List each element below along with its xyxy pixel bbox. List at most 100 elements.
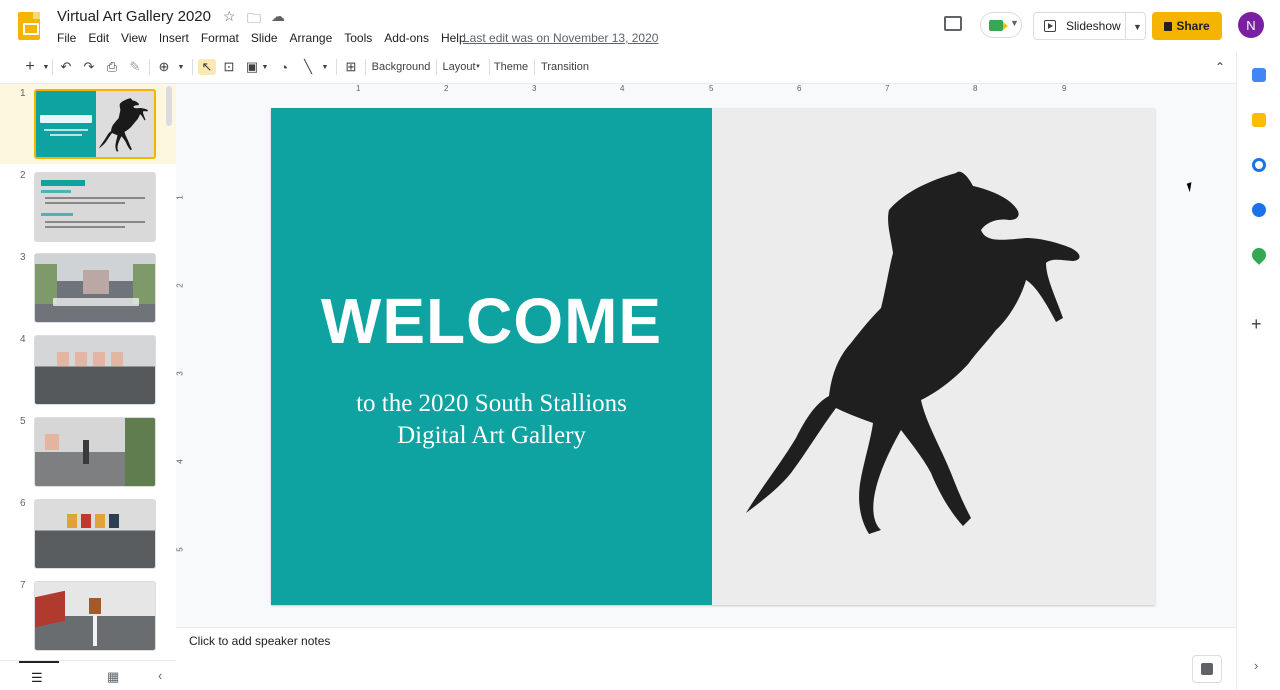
explore-button[interactable] bbox=[1192, 655, 1222, 683]
notes-resize-handle[interactable] bbox=[176, 620, 1236, 628]
slide-thumbnail-3[interactable] bbox=[34, 253, 156, 323]
last-edit-link[interactable]: Last edit was on November 13, 2020 bbox=[463, 31, 658, 45]
active-view-indicator bbox=[19, 661, 59, 663]
ruler-label: 2 bbox=[444, 84, 449, 93]
menu-slide[interactable]: Slide bbox=[251, 31, 284, 45]
image-icon[interactable]: ▣ bbox=[244, 59, 260, 75]
thumb-artwork-shape bbox=[81, 514, 91, 528]
menu-view[interactable]: View bbox=[121, 31, 153, 45]
get-addons-plus-icon[interactable]: + bbox=[1251, 314, 1262, 335]
ruler-label: 4 bbox=[175, 459, 185, 464]
select-cursor-icon[interactable]: ↖ bbox=[198, 59, 216, 75]
line-chevron-icon[interactable]: ▼ bbox=[320, 59, 330, 75]
zoom-chevron-icon[interactable]: ▼ bbox=[176, 59, 186, 75]
slide-thumbnail-1[interactable] bbox=[34, 89, 156, 159]
paint-format-icon[interactable]: ✎ bbox=[127, 59, 143, 75]
slide-thumbnail-7[interactable] bbox=[34, 581, 156, 651]
menu-tools[interactable]: Tools bbox=[344, 31, 378, 45]
menu-insert[interactable]: Insert bbox=[159, 31, 195, 45]
new-slide-chevron-icon[interactable]: ▼ bbox=[41, 59, 51, 75]
ruler-label: 9 bbox=[1062, 84, 1067, 93]
ruler-label: 3 bbox=[532, 84, 537, 93]
layout-button[interactable]: Layout bbox=[441, 56, 477, 78]
text-box-icon[interactable]: ⊡ bbox=[221, 59, 237, 75]
line-icon[interactable]: ╲ bbox=[300, 59, 316, 75]
slide-thumbnail-5[interactable] bbox=[34, 417, 156, 487]
theme-button[interactable]: Theme bbox=[494, 56, 528, 78]
thumb-floor-stripe-shape bbox=[93, 616, 97, 646]
menu-edit[interactable]: Edit bbox=[88, 31, 115, 45]
new-slide-icon[interactable]: + bbox=[22, 58, 38, 75]
filmstrip-scrollbar[interactable] bbox=[166, 86, 172, 126]
slide-thumbnail-2[interactable] bbox=[34, 172, 156, 242]
slide-number: 5 bbox=[20, 416, 26, 427]
menu-format[interactable]: Format bbox=[201, 31, 245, 45]
slide-number: 3 bbox=[20, 252, 26, 263]
slides-logo-icon[interactable] bbox=[18, 12, 40, 40]
redo-icon[interactable]: ↷ bbox=[81, 59, 97, 75]
comment-history-icon[interactable] bbox=[944, 16, 962, 31]
ruler-label: 1 bbox=[356, 84, 361, 93]
menu-addons[interactable]: Add-ons bbox=[384, 31, 435, 45]
add-comment-icon[interactable]: ⊞ bbox=[343, 59, 359, 75]
tasks-icon[interactable] bbox=[1252, 158, 1266, 172]
divider bbox=[192, 59, 193, 75]
meet-camera-icon bbox=[989, 20, 1008, 31]
thumb-artwork-shape bbox=[83, 270, 109, 294]
current-slide[interactable]: WELCOME to the 2020 South Stallions Digi… bbox=[271, 108, 1155, 605]
thumb-artwork-shape bbox=[45, 434, 59, 450]
zoom-icon[interactable]: ⊕ bbox=[156, 59, 172, 75]
slideshow-button[interactable]: Slideshow ▼ bbox=[1033, 12, 1146, 40]
horse-silhouette-icon[interactable] bbox=[741, 168, 1121, 553]
divider bbox=[534, 59, 535, 75]
menu-file[interactable]: File bbox=[57, 31, 82, 45]
thumb-person-shape bbox=[83, 440, 89, 464]
toolbar: + ▼ ↶ ↷ ⎙ ✎ ⊕ ▼ ↖ ⊡ ▣ ▼ ◔ ╲ ▼ ⊞ Backgrou… bbox=[0, 56, 1236, 78]
image-chevron-icon[interactable]: ▼ bbox=[260, 59, 270, 75]
thumb-title-shape bbox=[53, 298, 139, 306]
contacts-icon[interactable] bbox=[1252, 203, 1266, 217]
thumb-window-shape bbox=[125, 418, 155, 486]
filmstrip: 1 2 3 4 5 6 7 bbox=[0, 84, 176, 660]
title-panel[interactable]: WELCOME to the 2020 South Stallions Digi… bbox=[271, 108, 712, 605]
thumb-subtitle-shape bbox=[50, 134, 82, 136]
move-folder-icon[interactable]: 🗀 bbox=[247, 8, 261, 32]
filmstrip-view-icon[interactable]: ☰ bbox=[31, 670, 43, 686]
slide-subtitle[interactable]: to the 2020 South Stallions Digital Art … bbox=[301, 388, 682, 452]
slide-heading[interactable]: WELCOME bbox=[271, 284, 712, 358]
slideshow-options-chevron-icon[interactable]: ▼ bbox=[1133, 22, 1142, 32]
divider bbox=[365, 59, 366, 75]
share-label: Share bbox=[1176, 19, 1210, 33]
speaker-notes[interactable]: Click to add speaker notes bbox=[189, 634, 330, 648]
slide-number: 1 bbox=[20, 88, 26, 99]
ruler-label: 3 bbox=[175, 371, 185, 376]
divider bbox=[336, 59, 337, 75]
calendar-icon[interactable] bbox=[1252, 68, 1266, 82]
collapse-filmstrip-icon[interactable]: ‹ bbox=[158, 668, 162, 683]
show-side-panel-chevron-icon[interactable]: › bbox=[1254, 658, 1258, 673]
slide-thumbnail-6[interactable] bbox=[34, 499, 156, 569]
collapse-toolbar-chevron-icon[interactable]: ⌃ bbox=[1212, 59, 1228, 75]
grid-view-icon[interactable]: ▦ bbox=[107, 669, 119, 685]
maps-icon[interactable] bbox=[1249, 245, 1269, 265]
thumb-line-shape bbox=[41, 190, 71, 193]
divider bbox=[149, 59, 150, 75]
transition-button[interactable]: Transition bbox=[540, 56, 590, 78]
cloud-status-icon[interactable]: ☁ bbox=[271, 8, 285, 25]
explore-icon bbox=[1201, 663, 1213, 675]
print-icon[interactable]: ⎙ bbox=[104, 59, 120, 75]
menu-arrange[interactable]: Arrange bbox=[290, 31, 339, 45]
background-button[interactable]: Background bbox=[372, 56, 431, 78]
undo-icon[interactable]: ↶ bbox=[58, 59, 74, 75]
star-icon[interactable]: ☆ bbox=[223, 8, 236, 25]
ruler-label: 6 bbox=[797, 84, 802, 93]
keep-icon[interactable] bbox=[1252, 113, 1266, 127]
document-title[interactable]: Virtual Art Gallery 2020 bbox=[57, 8, 211, 25]
thumb-artwork-shape bbox=[57, 352, 69, 366]
shape-icon[interactable]: ◔ bbox=[276, 59, 292, 75]
meet-button[interactable]: ▼ bbox=[980, 12, 1022, 38]
slide-thumbnail-4[interactable] bbox=[34, 335, 156, 405]
avatar[interactable]: N bbox=[1238, 12, 1264, 38]
layout-chevron-icon[interactable]: ▼ bbox=[474, 59, 482, 75]
share-button[interactable]: Share bbox=[1152, 12, 1222, 40]
